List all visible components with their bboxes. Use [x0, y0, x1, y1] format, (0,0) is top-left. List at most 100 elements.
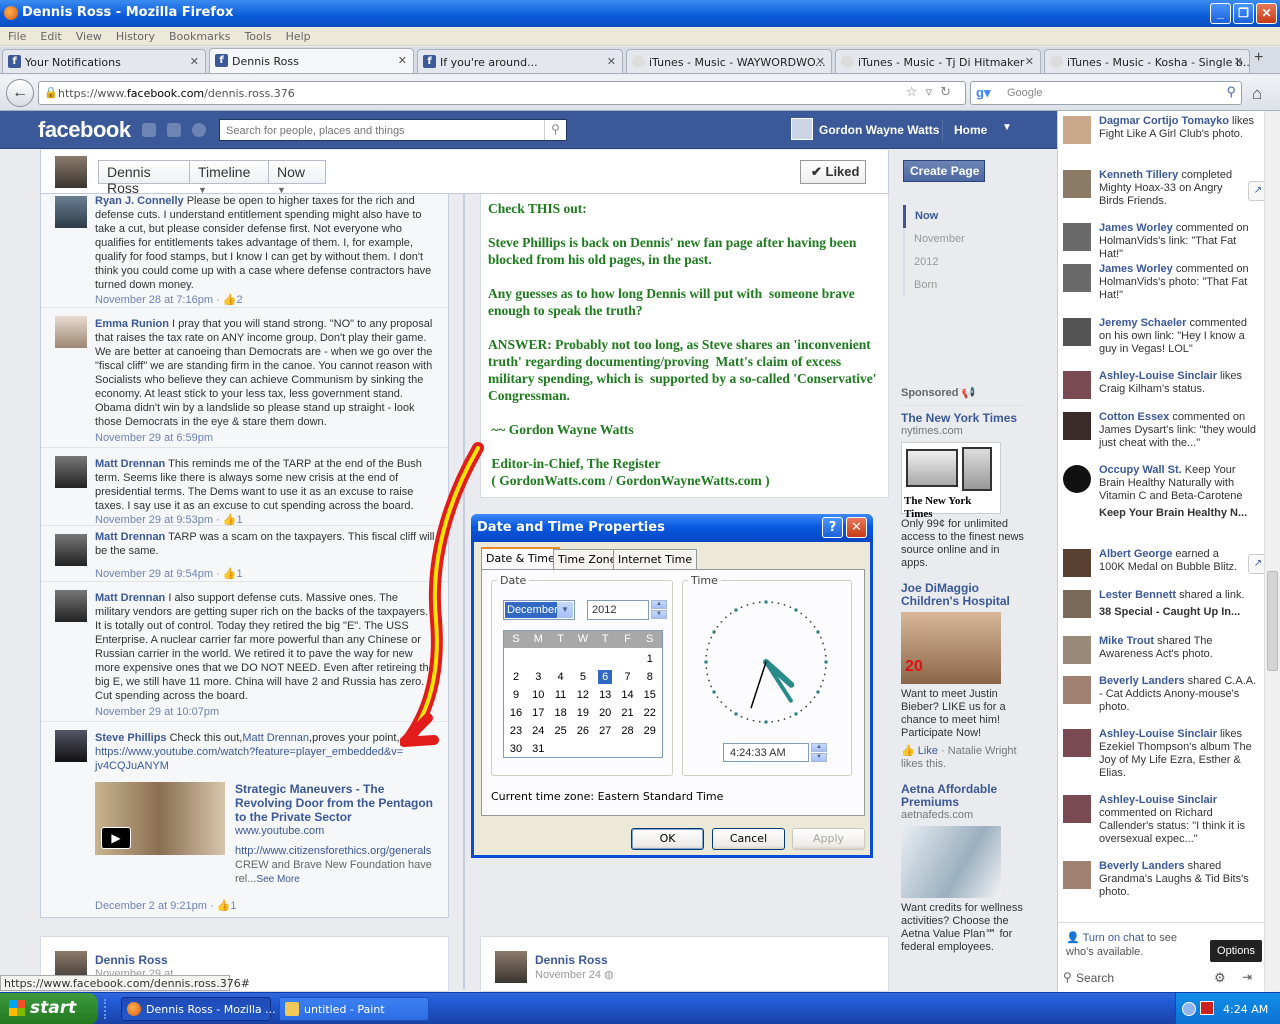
timeline-dropdown[interactable]: Timeline ▼ [189, 160, 269, 195]
link-title[interactable]: Strategic Maneuvers - The Revolving Door… [235, 782, 435, 824]
post-author[interactable]: Dennis Ross [535, 953, 608, 967]
calendar-day[interactable]: 18 [550, 704, 572, 722]
tlnav-born[interactable]: Born [905, 274, 1025, 297]
avatar[interactable] [55, 456, 87, 488]
avatar[interactable] [1063, 549, 1091, 577]
clock[interactable]: 4:24 AM [1223, 1003, 1268, 1016]
bookmark-star-icon[interactable]: ☆▿↻ [906, 85, 959, 100]
facebook-search-input[interactable]: Search for people, places and things ⚲ [219, 119, 567, 141]
avatar[interactable] [791, 118, 813, 140]
calendar-day[interactable]: 2 [505, 668, 527, 686]
now-dropdown[interactable]: Now ▼ [268, 160, 326, 195]
avatar[interactable] [1063, 795, 1091, 823]
avatar[interactable] [55, 196, 87, 228]
calendar-day[interactable]: 15 [639, 686, 661, 704]
avatar[interactable] [1063, 170, 1091, 198]
ticker-name[interactable]: Albert George [1099, 548, 1172, 560]
tab-time-zone[interactable]: Time Zone [553, 549, 622, 569]
comment-author[interactable]: Emma Runion [95, 318, 169, 330]
maximize-button[interactable]: ❐ [1233, 3, 1254, 24]
web-search-input[interactable]: g▾ Google ⚲ [970, 81, 1242, 105]
calendar-day[interactable]: 3 [527, 668, 549, 686]
year-down-button[interactable]: ▼ [651, 610, 667, 619]
comment-time[interactable]: November 29 at 9:54pm · [95, 568, 223, 580]
see-more-link[interactable]: See More [256, 874, 299, 885]
ticker-name[interactable]: Jeremy Schaeler [1099, 317, 1186, 329]
close-tab-icon[interactable]: ✕ [190, 55, 199, 68]
menu-view[interactable]: View [68, 27, 108, 43]
chat-search-input[interactable]: ⚲ Search [1058, 965, 1208, 991]
avatar[interactable] [1063, 729, 1091, 757]
task-paint[interactable]: untitled - Paint [279, 997, 429, 1021]
avatar[interactable] [55, 730, 87, 762]
calendar-day[interactable]: 10 [527, 686, 549, 704]
close-tab-icon[interactable]: ✕ [398, 54, 407, 67]
ticker-name[interactable]: Beverly Landers [1099, 860, 1185, 872]
menu-bookmarks[interactable]: Bookmarks [161, 27, 236, 43]
like-count[interactable]: 2 [237, 294, 243, 306]
avatar[interactable] [1063, 223, 1091, 251]
ticker-name[interactable]: Occupy Wall St. [1099, 464, 1182, 476]
comment-time[interactable]: November 28 at 7:16pm · [95, 294, 223, 306]
close-tab-icon[interactable]: ✕ [1025, 55, 1034, 68]
page-thumbnail[interactable] [55, 156, 87, 188]
calendar-day[interactable]: 19 [572, 704, 594, 722]
tab-itunes-3[interactable]: iTunes - Music - Kosha - Single b... ✕ [1044, 49, 1250, 73]
ad-title[interactable]: Joe DiMaggio Children's Hospital [901, 582, 1026, 608]
ticker-name[interactable]: Ashley-Louise Sinclair [1099, 370, 1217, 382]
calendar-day[interactable]: 7 [617, 668, 639, 686]
avatar[interactable] [1063, 412, 1091, 440]
close-button[interactable]: ✕ [1256, 3, 1277, 24]
calendar-day[interactable]: 9 [505, 686, 527, 704]
ticker-name[interactable]: Mike Trout [1099, 635, 1154, 647]
comment-time[interactable]: November 29 at 10:07pm [95, 706, 219, 718]
calendar-day[interactable]: 23 [505, 722, 527, 740]
ok-button[interactable]: OK [631, 828, 704, 850]
year-input[interactable]: 2012 [587, 600, 649, 620]
avatar[interactable] [1063, 318, 1091, 346]
calendar-day[interactable]: 21 [617, 704, 639, 722]
menu-edit[interactable]: Edit [32, 27, 67, 43]
comment-author[interactable]: Matt Drennan [95, 531, 165, 543]
time-up-button[interactable]: ▲ [811, 743, 827, 752]
month-select[interactable]: December ▼ [503, 600, 575, 620]
comment-author[interactable]: Matt Drennan [95, 458, 165, 470]
calendar-day[interactable]: 12 [572, 686, 594, 704]
calendar-day[interactable]: 30 [505, 740, 527, 758]
notifications-icon[interactable] [192, 123, 206, 137]
ticker-name[interactable]: Cotton Essex [1099, 411, 1169, 423]
back-button[interactable]: ← [6, 79, 34, 107]
home-link[interactable]: Home [954, 123, 987, 137]
ticker-name[interactable]: Ashley-Louise Sinclair [1099, 794, 1217, 806]
calendar-day[interactable]: 24 [527, 722, 549, 740]
profile-name[interactable]: Gordon Wayne Watts [819, 123, 939, 137]
tab-date-time[interactable]: Date & Time [481, 547, 560, 570]
popout-icon[interactable]: ⇥ [1242, 970, 1252, 984]
menu-tools[interactable]: Tools [236, 27, 277, 43]
gear-icon[interactable]: ⚙ [1214, 970, 1226, 986]
time-input[interactable]: 4:24:33 AM [723, 743, 809, 762]
menu-file[interactable]: File [0, 27, 32, 43]
dropdown-arrow-icon[interactable]: ▼ [557, 602, 573, 618]
calendar-day[interactable]: 28 [617, 722, 639, 740]
tab-itunes-1[interactable]: iTunes - Music - WAYWORDWO... ✕ [626, 49, 832, 73]
external-link[interactable]: http://www.citizensforethics.org/general… [235, 845, 431, 857]
like-count[interactable]: 1 [237, 568, 243, 580]
close-tab-icon[interactable]: ✕ [1234, 55, 1243, 68]
calendar-day[interactable]: 14 [617, 686, 639, 704]
tray-arrow-icon[interactable] [1182, 1002, 1196, 1016]
tlnav-november[interactable]: November [905, 228, 1025, 251]
settings-dropdown-icon[interactable]: ▼ [1002, 122, 1012, 133]
ticker-scrollbar[interactable] [1264, 111, 1280, 991]
calendar-day[interactable]: 17 [527, 704, 549, 722]
like-count[interactable]: 1 [230, 900, 236, 912]
ad-title[interactable]: The New York Times [901, 412, 1026, 425]
ad-image[interactable]: The New York Times [901, 442, 1001, 520]
ticker-name[interactable]: James Worley [1099, 222, 1173, 234]
friend-requests-icon[interactable] [142, 123, 156, 137]
avatar[interactable] [55, 590, 87, 622]
menu-help[interactable]: Help [278, 27, 317, 43]
calendar-day[interactable]: 20 [594, 704, 616, 722]
ticker-attachment[interactable]: 38 Special - Caught Up In... [1099, 606, 1261, 619]
avatar[interactable] [1063, 116, 1091, 144]
